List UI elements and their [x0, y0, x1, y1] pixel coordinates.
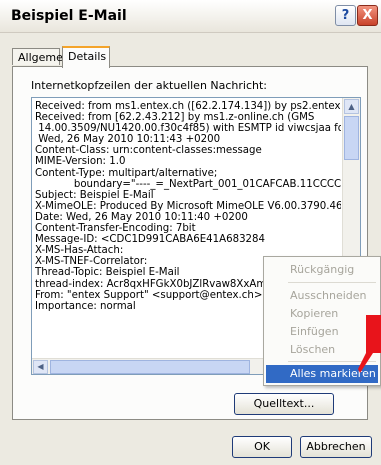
header-line: MIME-Version: 1.0 — [35, 156, 126, 168]
annotation-arrow-icon — [358, 315, 381, 373]
header-line: Content-Type: multipart/alternative; — [35, 167, 218, 179]
header-line: Content-Class: urn:content-classes:messa… — [35, 145, 262, 157]
menu-item-cut[interactable]: Ausschneiden — [290, 287, 367, 305]
scroll-left-button[interactable]: ◀ — [33, 360, 48, 374]
header-line: X-MimeOLE: Produced By Microsoft MimeOLE… — [35, 200, 341, 212]
headers-label: Internetkopfzeilen der aktuellen Nachric… — [31, 79, 268, 92]
title-bar[interactable]: Beispiel E-Mail ? X — [0, 0, 381, 33]
menu-item-delete[interactable]: Löschen — [290, 341, 335, 359]
header-line: Date: Wed, 26 May 2010 10:11:40 +0200 — [35, 211, 248, 223]
scroll-up-button[interactable]: ▲ — [344, 99, 359, 114]
header-line: 14.00.3509/NU1420.00.f30c4f85) with ESMT… — [35, 123, 341, 135]
window-title: Beispiel E-Mail — [11, 8, 127, 24]
header-line: Wed, 26 May 2010 10:11:43 +0200 — [35, 134, 221, 146]
menu-item-copy[interactable]: Kopieren — [290, 305, 338, 323]
header-line: Received: from [62.2.43.212] by ms1.z-on… — [35, 112, 315, 124]
header-line: Subject: Beispiel E-Mail — [35, 189, 154, 201]
properties-dialog: Beispiel E-Mail ? X Allgemein Details In… — [0, 0, 381, 465]
menu-item-undo[interactable]: Rückgängig — [290, 261, 354, 279]
tab-general[interactable]: Allgemein — [12, 48, 73, 65]
help-button[interactable]: ? — [335, 5, 356, 26]
cancel-button[interactable]: Abbrechen — [300, 436, 372, 458]
close-button[interactable]: X — [357, 5, 378, 26]
vertical-scroll-thumb[interactable] — [344, 116, 359, 160]
horizontal-scroll-thumb[interactable] — [50, 360, 250, 374]
header-line: X-MS-Has-Attach: — [35, 245, 124, 257]
header-line: Received: from ms1.entex.ch ([62.2.174.1… — [35, 101, 341, 112]
menu-item-paste[interactable]: Einfügen — [290, 323, 339, 341]
header-line: boundary="----_=_NextPart_001_01CAFCAB.1… — [35, 178, 341, 190]
header-line: Message-ID: <CDC1D991CABA6E41A683284 — [35, 234, 266, 246]
header-line: Content-Transfer-Encoding: 7bit — [35, 223, 196, 235]
ok-button[interactable]: OK — [232, 436, 292, 458]
source-button[interactable]: Quelltext... — [234, 393, 334, 415]
menu-separator — [288, 282, 376, 283]
tab-details[interactable]: Details — [62, 46, 110, 68]
